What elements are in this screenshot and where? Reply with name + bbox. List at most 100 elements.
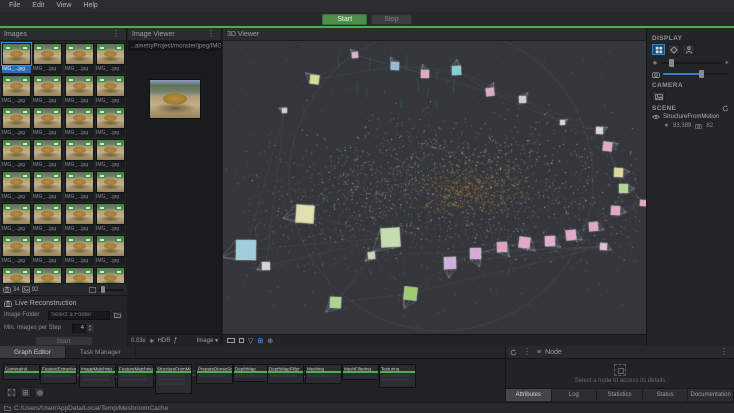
image-thumbnail[interactable]: IMG_...jpg — [95, 43, 125, 73]
grid-display-button[interactable] — [652, 44, 665, 55]
metadata-badge-icon — [66, 269, 75, 274]
image-thumbnail[interactable]: IMG_...jpg — [95, 75, 125, 105]
hdr-toggle[interactable]: HDR — [158, 338, 171, 344]
thumbnail-size-slider[interactable] — [98, 286, 124, 293]
image-thumbnail[interactable]: IMG_...jpg — [33, 139, 63, 169]
visibility-eye-icon[interactable] — [652, 114, 660, 120]
image-thumbnail[interactable]: IMG_...jpg — [33, 43, 63, 73]
images-menu-icon[interactable]: ⋮ — [110, 30, 122, 38]
stepper-down-icon[interactable]: ▼ — [87, 328, 93, 332]
exposure-icon[interactable]: ƒ — [174, 337, 178, 344]
graph-node-featureextraction[interactable]: FeatureExtraction — [40, 364, 77, 384]
image-thumbnail[interactable]: IMG_...jpg — [95, 235, 125, 265]
tab-graph-editor[interactable]: Graph Editor — [0, 346, 66, 358]
features-toggle-icon[interactable]: ∗ — [149, 337, 155, 345]
live-reconstruction-start-button[interactable]: Start — [34, 336, 93, 346]
menu-view[interactable]: View — [51, 0, 76, 12]
point-size-slider[interactable] — [660, 59, 722, 67]
grid-toggle-icon[interactable]: ▽ — [248, 337, 253, 345]
image-thumbnail[interactable]: IMG_...jpg — [64, 107, 94, 137]
image-thumbnail[interactable]: IMG_...jpg — [33, 203, 63, 233]
image-path-bar: ...ametryProject/monster/jpeg/IMG_4575.j… — [128, 41, 221, 51]
view-mode-dropdown[interactable]: Image ▾ — [197, 337, 218, 344]
image-thumbnail[interactable]: IMG_...jpg — [33, 171, 63, 201]
min-images-value[interactable] — [72, 323, 86, 333]
start-button[interactable]: Start — [322, 13, 368, 25]
menu-file[interactable]: File — [4, 0, 25, 12]
scene-node-name[interactable]: StructureFromMotion — [663, 114, 719, 120]
node-options-icon[interactable]: ⋮ — [521, 348, 533, 356]
image-thumbnail[interactable]: IMG_...jpg — [2, 75, 31, 105]
image-thumbnail[interactable]: IMG_...jpg — [2, 139, 31, 169]
cache-path-text[interactable]: C:/Users/User/AppData/Local/Temp/Meshroo… — [14, 405, 168, 412]
image-thumbnail[interactable]: IMG_...jpg — [2, 235, 31, 265]
bounding-box-icon[interactable] — [227, 338, 235, 343]
image-thumbnail[interactable]: IMG_...jpg — [64, 235, 94, 265]
image-thumbnail[interactable]: IMG_...jpg — [33, 267, 63, 283]
scene-sync-icon[interactable] — [722, 105, 729, 112]
image-thumbnail[interactable]: IMG_...jpg — [64, 203, 94, 233]
auto-layout-icon[interactable]: ⊞ — [20, 387, 31, 398]
graph-node-structurefrommotion[interactable]: StructureFromMotion — [155, 364, 192, 394]
image-thumbnail[interactable]: IMG_...jpg — [64, 267, 94, 283]
graph-node-featurematching[interactable]: FeatureMatching — [117, 364, 154, 388]
tab-statistics[interactable]: Statistics — [597, 389, 643, 401]
image-thumbnail[interactable]: IMG_...jpg — [33, 75, 63, 105]
graph-node-texturing[interactable]: Texturing — [379, 364, 416, 388]
node-list-icon[interactable]: ≡ — [537, 349, 541, 356]
image-thumbnail[interactable]: IMG_...jpg — [64, 171, 94, 201]
refresh-icon[interactable] — [510, 349, 517, 356]
image-thumbnail[interactable]: IMG_...jpg — [2, 203, 31, 233]
image-thumbnail[interactable]: IMG_...jpg — [64, 139, 94, 169]
image-overlay-icon[interactable] — [239, 338, 244, 343]
image-thumbnail[interactable]: IMG_...jpg — [2, 107, 31, 137]
stop-button[interactable]: Stop — [371, 13, 412, 25]
browse-folder-button[interactable] — [112, 310, 123, 320]
image-thumbnail[interactable]: IMG_...jpg — [33, 235, 63, 265]
menu-help[interactable]: Help — [78, 0, 102, 12]
current-image[interactable] — [148, 79, 201, 119]
min-images-stepper[interactable]: ▲▼ — [72, 323, 93, 333]
locator-toggle-icon[interactable]: ⊕ — [267, 337, 273, 345]
fit-graph-icon[interactable] — [6, 387, 17, 398]
image-thumbnail[interactable]: IMG_...jpg — [1, 42, 32, 73]
graph-node-depthmap[interactable]: DepthMap — [233, 364, 270, 382]
image-thumbnail[interactable]: IMG_...jpg — [95, 203, 125, 233]
image-overlay-button[interactable] — [652, 91, 665, 102]
node-panel-menu-icon[interactable]: ⋮ — [718, 348, 730, 356]
tab-log[interactable]: Log — [551, 389, 598, 401]
image-thumbnail[interactable]: IMG_...jpg — [2, 171, 31, 201]
image-viewer-body[interactable] — [128, 79, 221, 362]
point-cloud-viewport[interactable] — [223, 41, 646, 334]
image-thumbnail[interactable]: IMG_...jpg — [95, 139, 125, 169]
graph-settings-gear-icon[interactable] — [34, 387, 45, 398]
live-reconstruction-header[interactable]: Live Reconstruction — [4, 298, 123, 308]
tab-attributes[interactable]: Attributes — [506, 389, 552, 401]
image-viewer-menu-icon[interactable]: ⋮ — [205, 30, 217, 38]
human-scale-button[interactable] — [682, 44, 695, 55]
graph-node-meshing[interactable]: Meshing — [305, 364, 342, 384]
graph-node-depthmapfilter[interactable]: DepthMapFilter — [267, 364, 304, 384]
image-thumbnail[interactable]: IMG_...jpg — [64, 75, 94, 105]
metadata-badge-icon — [66, 77, 75, 82]
locator-display-button[interactable] — [667, 44, 680, 55]
image-thumbnail[interactable]: IMG_...jpg — [95, 171, 125, 201]
node-graph-canvas[interactable]: ⊞ CameraInit FeatureExtraction ImageMatchi… — [0, 359, 505, 402]
viewer-3d-panel[interactable]: 3D Viewer ▽ ⊞ ⊕ — [223, 28, 646, 346]
image-folder-input[interactable] — [48, 310, 110, 320]
camera-scale-slider[interactable] — [663, 70, 729, 78]
image-thumbnail[interactable]: IMG_...jpg — [33, 107, 63, 137]
graph-node-imagematching[interactable]: ImageMatching — [79, 364, 116, 388]
graph-node-meshfiltering[interactable]: MeshFiltering — [342, 364, 379, 380]
image-thumbnail[interactable]: IMG_...jpg — [95, 267, 125, 283]
tab-documentation[interactable]: Documentation — [688, 389, 734, 401]
tab-status[interactable]: Status — [642, 389, 689, 401]
gizmo-toggle-icon[interactable]: ⊞ — [257, 337, 263, 345]
graph-node-camerainit[interactable]: CameraInit — [3, 364, 40, 380]
menu-edit[interactable]: Edit — [27, 0, 49, 12]
tab-task-manager[interactable]: Task Manager — [65, 346, 136, 358]
graph-node-preparedensescene[interactable]: PrepareDenseScene — [196, 364, 233, 384]
image-thumbnail[interactable]: IMG_...jpg — [95, 107, 125, 137]
image-thumbnail[interactable]: IMG_...jpg — [64, 43, 94, 73]
image-thumbnail[interactable]: IMG_...jpg — [2, 267, 31, 283]
